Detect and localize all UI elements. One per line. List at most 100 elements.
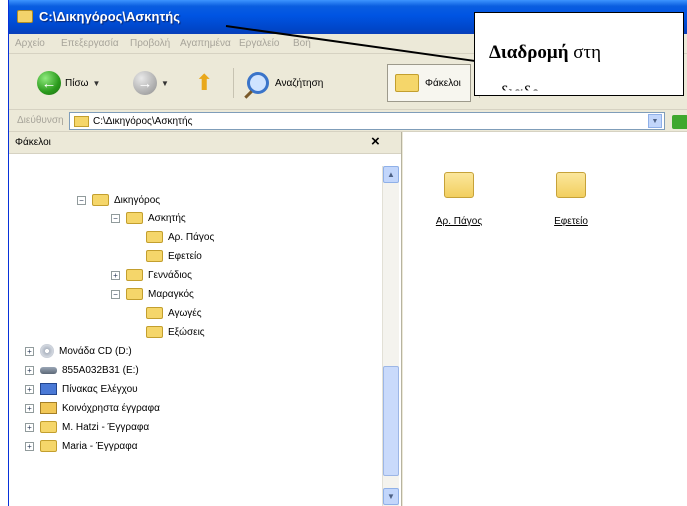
tree-node[interactable]: Αρ. Πάγος [146,229,214,245]
close-icon[interactable]: × [371,133,380,150]
separator [233,68,234,98]
tree-node[interactable]: Εφετείο [146,248,202,264]
tree-node[interactable]: + Μονάδα CD (D:) [25,343,132,359]
tree-node[interactable]: − Δικηγόρος [77,192,160,208]
content-pane: Αρ. Πάγος Εφετείο [403,132,687,506]
folder-icon [146,231,163,243]
collapse-icon[interactable]: − [111,213,120,223]
tree-node-label: M. Hatzi - Έγγραφα [62,421,150,433]
back-label: Πίσω [65,77,89,89]
folders-label: Φάκελοι [425,77,461,89]
chevron-down-icon[interactable]: ▼ [383,488,399,505]
tree-node-label: Κοινόχρηστα έγγραφα [62,402,160,414]
tree-node[interactable]: Εξώσεις [146,324,205,340]
folder-icon [40,440,57,452]
menu-view[interactable]: Προβολή [130,38,170,49]
folder-icon [146,326,163,338]
folder-icon [92,194,109,206]
folder-icon [146,307,163,319]
cd-drive-icon [40,344,54,358]
menu-favorites[interactable]: Αγαπημένα [180,38,231,49]
folder-item-label: Αρ. Πάγος [435,216,483,227]
tree-node[interactable]: + M. Hatzi - Έγγραφα [25,419,149,435]
collapse-icon[interactable]: − [77,195,86,205]
dropdown-arrow-icon[interactable]: ▼ [161,79,169,88]
folder-icon [126,269,143,281]
folders-button[interactable]: Φάκελοι [395,68,461,98]
callout-bold: Διαδρομή [489,42,569,63]
tree-node[interactable]: + Κοινόχρηστα έγγραφα [25,400,160,416]
tree-node-label: Δικηγόρος [114,194,161,206]
expand-icon[interactable]: + [25,422,34,432]
address-value: C:\Δικηγόρος\Ασκητής [93,115,193,127]
tree-node-label: 855A032B31 (E:) [62,364,139,376]
menu-file[interactable]: Αρχείο [15,38,45,49]
folder-icon [126,212,143,224]
tree-node[interactable]: + Πίνακας Ελέγχου [25,381,138,397]
expand-icon[interactable]: + [25,346,34,356]
tree-node[interactable]: + 855A032B31 (E:) [25,362,139,378]
folder-icon [444,172,474,198]
up-folder-button[interactable]: ⬆ [195,68,213,98]
expand-icon[interactable]: + [25,403,34,413]
back-button[interactable]: ← Πίσω ▼ [37,68,100,98]
folder-icon [126,288,143,300]
dropdown-arrow-icon[interactable]: ▼ [92,79,100,88]
folder-icon [17,10,33,23]
folder-icon [40,421,57,433]
address-label: Διεύθυνση [17,115,64,126]
chevron-down-icon[interactable]: ▼ [648,114,662,128]
search-label: Αναζήτηση [275,77,324,89]
control-panel-icon [40,383,57,395]
expand-icon[interactable]: + [25,384,34,394]
chevron-up-icon[interactable]: ▲ [383,166,399,183]
tree-node-label: Αγωγές [168,307,202,319]
tree-node[interactable]: − Ασκητής [111,210,186,226]
collapse-icon[interactable]: − [111,289,120,299]
tree-node-label: Πίνακας Ελέγχου [62,383,138,395]
back-arrow-icon: ← [37,71,61,95]
address-field[interactable]: C:\Δικηγόρος\Ασκητής ▼ [69,112,665,130]
search-icon [247,72,269,94]
tree-node-label: Αρ. Πάγος [168,231,215,243]
address-bar: Διεύθυνση C:\Δικηγόρος\Ασκητής ▼ [9,110,687,132]
folder-item-label: Εφετείο [554,216,588,227]
go-button[interactable] [672,115,687,129]
folder-item[interactable]: Αρ. Πάγος [419,172,499,227]
up-arrow-icon: ⬆ [195,70,214,95]
tree-node[interactable]: Αγωγές [146,305,202,321]
forward-button[interactable]: → ▼ [133,68,169,98]
menu-help[interactable]: Βοή [293,38,311,49]
expand-icon[interactable]: + [25,365,34,375]
folders-pane: Φάκελοι × − Δικηγόρος − Ασκητής Αρ. Πάγο… [9,132,402,506]
scrollbar-thumb[interactable] [383,366,399,476]
shared-folder-icon [40,402,57,414]
tree-node[interactable]: + Γεννάδιος [111,267,192,283]
folders-pane-header: Φάκελοι × [9,132,401,154]
tree-node-label: Εφετείο [168,250,202,262]
folder-icon [395,74,419,92]
folder-icon [74,115,89,127]
vertical-scrollbar[interactable]: ▲ ▼ [382,166,399,506]
folders-pane-title: Φάκελοι [15,137,51,148]
menu-tools[interactable]: Εργαλείο [239,38,279,49]
removable-drive-icon [40,366,57,374]
search-button[interactable]: Αναζήτηση [247,68,323,98]
tree-node-label: Ασκητής [148,212,186,224]
tree-node-label: Μαραγκός [148,288,194,300]
forward-arrow-icon: → [133,71,157,95]
callout-text: Διαδρομή στη [489,42,601,64]
expand-icon[interactable]: + [25,441,34,451]
expand-icon[interactable]: + [111,270,120,280]
folder-icon [146,250,163,262]
folder-item[interactable]: Εφετείο [531,172,611,227]
tree-node-label: Γεννάδιος [148,269,192,281]
tree-node-label: Maria - Έγγραφα [62,440,138,452]
folder-icon [556,172,586,198]
window-title: C:\Δικηγόρος\Ασκητής [39,9,180,24]
tree-node[interactable]: + Maria - Έγγραφα [25,438,137,454]
tree-node-label: Εξώσεις [168,326,205,338]
menu-edit[interactable]: Επεξεργασία [61,38,119,49]
callout-rest: στη [568,42,602,63]
tree-node[interactable]: − Μαραγκός [111,286,194,302]
